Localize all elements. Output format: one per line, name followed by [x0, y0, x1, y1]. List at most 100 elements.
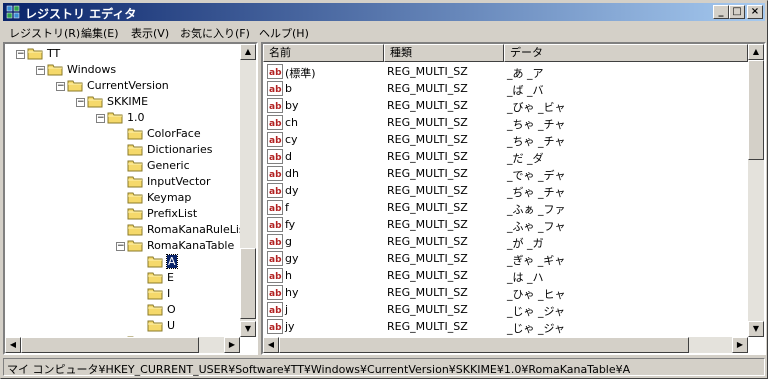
column-header-name[interactable]: 名前	[263, 44, 384, 62]
value-type: REG_MULTI_SZ	[387, 99, 468, 112]
value-data: _ば _バ	[507, 84, 544, 97]
key-tree[interactable]: − TT − Windows − CurrentVersion − SKKIME −1.0 Col…	[3, 42, 258, 355]
menu-bar: レジストリ(R) 編集(E) 表示(V) お気に入り(F) ヘルプ(H)	[3, 22, 765, 41]
tree-node[interactable]: InputVector	[5, 174, 238, 190]
tree-node[interactable]: O	[5, 302, 238, 318]
scroll-down-button[interactable]: ▼	[748, 321, 764, 337]
tree-node[interactable]: − 1.0	[5, 110, 238, 126]
value-row[interactable]: ab b REG_MULTI_SZ _ば _バ	[263, 80, 748, 97]
minimize-button[interactable]: _	[713, 5, 729, 19]
string-value-icon: ab	[267, 149, 283, 164]
value-type: REG_MULTI_SZ	[387, 235, 468, 248]
value-row[interactable]: ab dh REG_MULTI_SZ _でゃ _デャ	[263, 165, 748, 182]
svg-text:ab: ab	[269, 85, 282, 95]
list-vertical-scrollbar[interactable]: ▲ ▼	[748, 44, 764, 337]
tree-node[interactable]: I	[5, 286, 238, 302]
close-button[interactable]: ×	[747, 5, 763, 19]
tree-node-label: A	[166, 254, 178, 269]
value-row[interactable]: ab (標準) REG_MULTI_SZ _あ _ア	[263, 63, 748, 80]
value-row[interactable]: ab jy REG_MULTI_SZ _じゃ _ジャ	[263, 318, 748, 335]
scroll-up-button[interactable]: ▲	[748, 44, 764, 60]
column-header-data[interactable]: データ	[504, 44, 748, 62]
tree-node[interactable]: Dictionaries	[5, 142, 238, 158]
scroll-right-button[interactable]: ▶	[224, 337, 240, 353]
menu-favorites[interactable]: お気に入り(F)	[180, 25, 250, 41]
menu-edit[interactable]: 編集(E)	[81, 25, 119, 41]
column-header-type[interactable]: 種類	[384, 44, 504, 62]
value-name: dh	[285, 167, 299, 180]
value-row[interactable]: ab by REG_MULTI_SZ _びゃ _ビャ	[263, 97, 748, 114]
title-bar[interactable]: レジストリ エディタ _ □ ×	[3, 3, 765, 21]
value-list[interactable]: 名前 種類 データ ab (標準) REG_MULTI_SZ _あ _ア ab b REG_…	[261, 42, 766, 355]
value-data: _じゃ _ジャ	[507, 305, 565, 318]
value-type: REG_MULTI_SZ	[387, 116, 468, 129]
scroll-thumb[interactable]	[748, 60, 764, 160]
value-row[interactable]: ab ch REG_MULTI_SZ _ちゃ _チャ	[263, 114, 748, 131]
value-type: REG_MULTI_SZ	[387, 218, 468, 231]
scroll-down-button[interactable]: ▼	[240, 321, 256, 337]
value-row[interactable]: ab dy REG_MULTI_SZ _ぢゃ _チャ	[263, 182, 748, 199]
folder-icon	[87, 95, 103, 108]
tree-vertical-scrollbar[interactable]: ▲ ▼	[240, 44, 256, 337]
tree-horizontal-scrollbar[interactable]: ◀ ▶	[5, 337, 240, 353]
scroll-up-button[interactable]: ▲	[240, 44, 256, 60]
value-data: _ひゃ _ヒャ	[507, 288, 566, 301]
value-row[interactable]: ab hy REG_MULTI_SZ _ひゃ _ヒャ	[263, 284, 748, 301]
svg-text:ab: ab	[269, 221, 282, 231]
string-value-icon: ab	[267, 166, 283, 181]
value-row[interactable]: ab f REG_MULTI_SZ _ふぁ _ファ	[263, 199, 748, 216]
collapse-toggle-icon[interactable]: −	[36, 66, 45, 75]
scroll-thumb[interactable]	[279, 337, 689, 353]
tree-node[interactable]: E	[5, 270, 238, 286]
tree-node[interactable]: − RomaKanaTable	[5, 238, 238, 254]
value-row[interactable]: ab d REG_MULTI_SZ _だ _ダ	[263, 148, 748, 165]
collapse-toggle-icon[interactable]: −	[96, 114, 105, 123]
tree-node[interactable]: ColorFace	[5, 126, 238, 142]
value-type: REG_MULTI_SZ	[387, 303, 468, 316]
tree-node[interactable]: − Windows	[5, 62, 238, 78]
tree-node[interactable]: Keymap	[5, 190, 238, 206]
value-type: REG_MULTI_SZ	[387, 82, 468, 95]
tree-node[interactable]: RomaKanaRuleList	[5, 222, 249, 238]
value-type: REG_MULTI_SZ	[387, 320, 468, 333]
tree-node-label: RomaKanaRuleList	[147, 223, 249, 236]
value-name: j	[285, 303, 289, 316]
value-data: _あ _ア	[507, 67, 544, 80]
tree-node[interactable]: Generic	[5, 158, 238, 174]
tree-node[interactable]: − CurrentVersion	[5, 78, 238, 94]
scroll-right-button[interactable]: ▶	[732, 337, 748, 353]
value-name: hy	[285, 286, 299, 299]
collapse-toggle-icon[interactable]: −	[56, 82, 65, 91]
value-row[interactable]: ab h REG_MULTI_SZ _は _ハ	[263, 267, 748, 284]
scroll-thumb[interactable]	[240, 248, 256, 319]
tree-node[interactable]: A	[5, 254, 238, 270]
string-value-icon: ab	[267, 319, 283, 334]
value-row[interactable]: ab fy REG_MULTI_SZ _ふゃ _フャ	[263, 216, 748, 233]
list-horizontal-scrollbar[interactable]: ◀ ▶	[263, 337, 748, 353]
value-name: h	[285, 269, 292, 282]
value-name: jy	[285, 320, 295, 333]
scroll-thumb[interactable]	[21, 337, 199, 353]
value-name: by	[285, 99, 299, 112]
tree-node[interactable]: PrefixList	[5, 206, 238, 222]
collapse-toggle-icon[interactable]: −	[76, 98, 85, 107]
folder-icon	[147, 271, 163, 284]
tree-node[interactable]: − TT	[5, 46, 238, 62]
value-row[interactable]: ab cy REG_MULTI_SZ _ちゃ _チャ	[263, 131, 748, 148]
scroll-left-button[interactable]: ◀	[5, 337, 21, 353]
value-row[interactable]: ab g REG_MULTI_SZ _が _ガ	[263, 233, 748, 250]
collapse-toggle-icon[interactable]: −	[16, 50, 25, 59]
menu-help[interactable]: ヘルプ(H)	[259, 25, 309, 41]
collapse-toggle-icon[interactable]: −	[116, 242, 125, 251]
menu-view[interactable]: 表示(V)	[131, 25, 169, 41]
value-row[interactable]: ab j REG_MULTI_SZ _じゃ _ジャ	[263, 301, 748, 318]
tree-node[interactable]: U	[5, 318, 238, 334]
maximize-button[interactable]: □	[729, 5, 745, 19]
value-row[interactable]: ab gy REG_MULTI_SZ _ぎゃ _ギャ	[263, 250, 748, 267]
value-type: REG_MULTI_SZ	[387, 269, 468, 282]
menu-registry[interactable]: レジストリ(R)	[9, 25, 80, 41]
tree-node[interactable]: − SKKIME	[5, 94, 238, 110]
scroll-left-button[interactable]: ◀	[263, 337, 279, 353]
folder-icon	[47, 63, 63, 76]
svg-text:ab: ab	[269, 170, 282, 180]
